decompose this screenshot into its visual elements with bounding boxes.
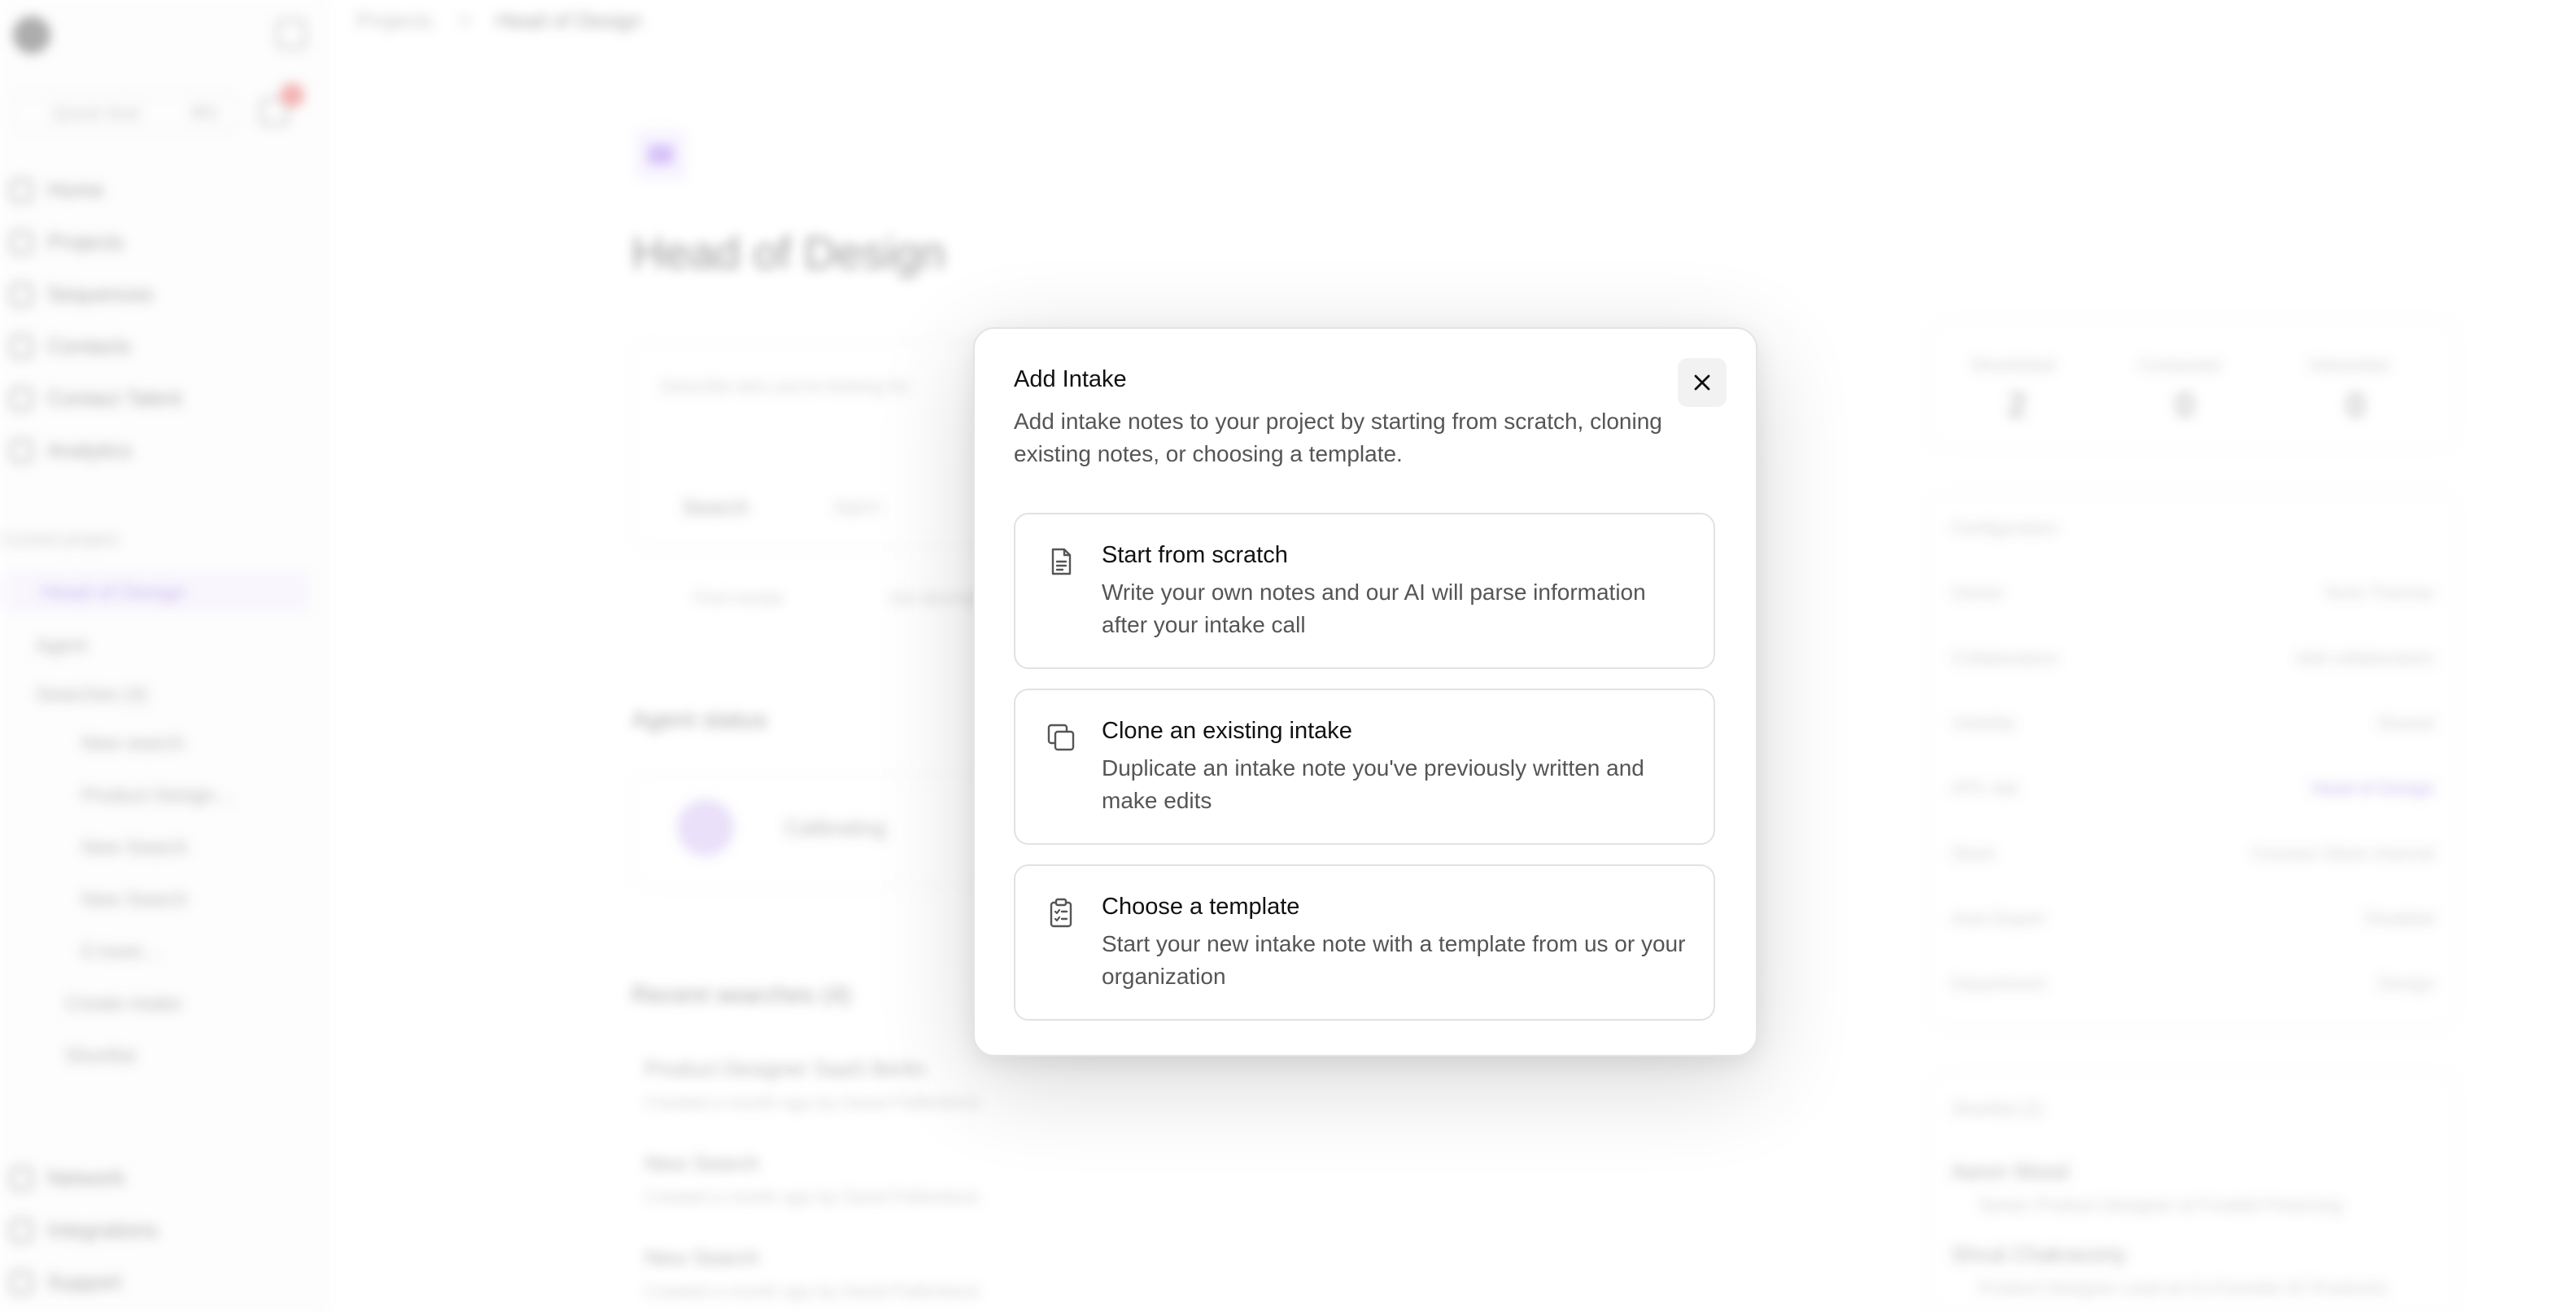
dialog-description: Add intake notes to your project by star…	[1014, 409, 1662, 466]
clipboard-list-icon	[1050, 898, 1072, 928]
copy-icon	[1047, 724, 1075, 751]
option-description: Write your own notes and our AI will par…	[1102, 579, 1646, 637]
option-title: Choose a template	[1102, 894, 1300, 920]
document-icon	[1051, 548, 1072, 575]
close-icon	[1694, 374, 1710, 391]
option-title: Start from scratch	[1102, 542, 1288, 568]
clone-existing-intake-option[interactable]: Clone an existing intake Duplicate an in…	[1014, 689, 1715, 845]
option-description: Duplicate an intake note you've previous…	[1102, 755, 1644, 813]
choose-template-option[interactable]: Choose a template Start your new intake …	[1014, 864, 1715, 1021]
start-from-scratch-option[interactable]: Start from scratch Write your own notes …	[1014, 513, 1715, 669]
dialog-title: Add Intake	[1014, 366, 1127, 392]
add-intake-dialog: Add Intake Add intake notes to your proj…	[973, 327, 1757, 1056]
option-title: Clone an existing intake	[1102, 718, 1352, 744]
close-button[interactable]	[1678, 358, 1727, 407]
option-description: Start your new intake note with a templa…	[1102, 931, 1686, 989]
